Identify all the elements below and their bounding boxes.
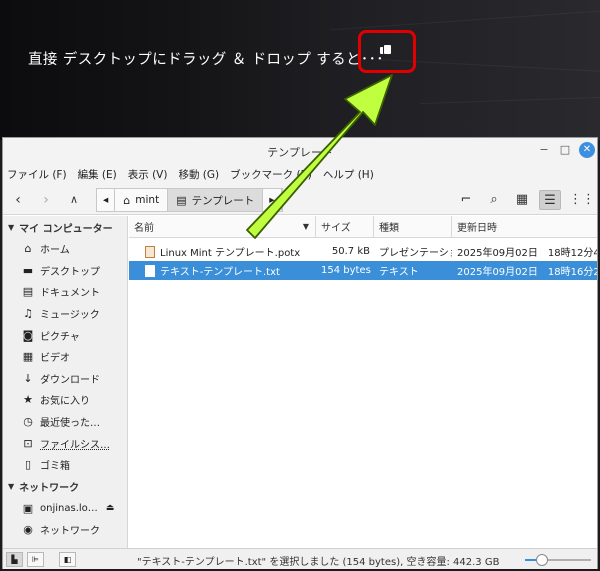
music-icon: ♫ [23, 307, 33, 321]
file-size: 154 bytes [321, 265, 371, 276]
download-icon: ↓ [23, 371, 33, 385]
desktop-icon: ▬ [22, 263, 34, 277]
zoom-slider-handle[interactable] [535, 554, 548, 566]
sidebar-item-documents[interactable]: ▤ ドキュメント [3, 281, 127, 303]
terminal-toggle-icon[interactable]: ⌐ [455, 190, 477, 210]
menu-edit[interactable]: 編集 (E) [78, 167, 117, 182]
drive-icon: ⊡ [23, 436, 33, 450]
breadcrumb-home-label: mint [135, 194, 160, 206]
compact-view-icon[interactable]: ⋮⋮ [569, 190, 595, 210]
presentation-file-icon [145, 245, 155, 258]
minimize-button[interactable]: − [536, 142, 552, 158]
document-icon: ▤ [22, 285, 34, 299]
dragged-file-icon [379, 44, 393, 57]
sidebar-item-desktop[interactable]: ▬ デスクトップ [3, 260, 127, 282]
file-type: テキスト [379, 267, 419, 278]
file-modified: 2025年09月02日 18時12分40秒 [457, 248, 597, 259]
sidebar-item-recent[interactable]: ◷ 最近使った… [3, 411, 127, 433]
tree-sidebar-toggle-icon[interactable]: ⊫ [27, 552, 44, 567]
menu-file[interactable]: ファイル (F) [7, 167, 67, 182]
breadcrumb: ◂ ⌂ mint ▤ テンプレート ▸ [96, 188, 283, 212]
window-title: テンプレート [267, 146, 333, 159]
column-header-modified[interactable]: 更新日時 [452, 216, 597, 237]
network-drive-icon: ▣ [22, 501, 34, 515]
column-header-size[interactable]: サイズ [316, 216, 374, 237]
menu-view[interactable]: 表示 (V) [128, 167, 168, 182]
sidebar-item-favorites[interactable]: ★ お気に入り [3, 389, 127, 411]
column-header-name[interactable]: 名前 ▼ [129, 216, 316, 237]
file-list: 名前 ▼ サイズ 種類 更新日時 Linux Mint テンプレート.potx … [129, 216, 597, 548]
breadcrumb-next-button[interactable]: ▸ [263, 189, 282, 211]
home-icon: ⌂ [24, 242, 32, 256]
sidebar-section-my-computer[interactable]: ▼ マイ コンピューター [3, 216, 127, 238]
sidebar: ▼ マイ コンピューター ⌂ ホーム ▬ デスクトップ ▤ ドキュメント ♫ ミュージッ… [3, 216, 128, 548]
menu-bar: ファイル (F) 編集 (E) 表示 (V) 移動 (G) ブックマーク (B)… [3, 163, 597, 185]
camera-icon: ◙ [22, 328, 34, 342]
annotation-caption: 直接 デスクトップにドラッグ ＆ ドロップ すると･･･ [28, 52, 384, 68]
places-sidebar-toggle-icon[interactable]: ▙ [6, 552, 23, 567]
sidebar-item-pictures[interactable]: ◙ ピクチャ [3, 324, 127, 346]
desktop-background: 直接 デスクトップにドラッグ ＆ ドロップ すると･･･ [0, 0, 600, 140]
text-file-icon [145, 264, 155, 277]
sort-descending-icon: ▼ [302, 222, 309, 231]
sidebar-item-filesystem[interactable]: ⊡ ファイルシス… [3, 432, 127, 454]
sidebar-item-home[interactable]: ⌂ ホーム [3, 238, 127, 260]
sidebar-item-downloads[interactable]: ↓ ダウンロード [3, 368, 127, 390]
file-manager-window: テンプレート − □ ✕ ファイル (F) 編集 (E) 表示 (V) 移動 (… [2, 137, 598, 569]
file-type: プレゼンテーション [379, 248, 452, 259]
search-icon[interactable]: ⌕ [483, 190, 505, 210]
collapse-arrow-icon: ▼ [8, 482, 15, 492]
home-icon: ⌂ [123, 193, 131, 207]
sidebar-item-music[interactable]: ♫ ミュージック [3, 303, 127, 325]
sidebar-section-network[interactable]: ▼ ネットワーク [3, 476, 127, 498]
breadcrumb-prev-button[interactable]: ◂ [97, 189, 116, 211]
sidebar-item-onjinas[interactable]: ▣ onjinas.lo… ⏏ [3, 498, 127, 520]
breadcrumb-templates[interactable]: ▤ テンプレート [168, 189, 264, 211]
eject-icon[interactable]: ⏏ [106, 503, 115, 513]
sidebar-item-network[interactable]: ◉ ネットワーク [3, 519, 127, 541]
file-row[interactable]: Linux Mint テンプレート.potx 50.7 kB プレゼンテーション… [129, 242, 597, 261]
close-button[interactable]: ✕ [579, 142, 595, 158]
file-size: 50.7 kB [331, 246, 370, 257]
file-modified: 2025年09月02日 18時16分24秒 [457, 267, 597, 278]
film-icon: ▦ [22, 350, 34, 364]
trash-icon: ▯ [24, 458, 32, 472]
status-bar: ▙ ⊫ ◧ "テキスト-テンプレート.txt" を選択しました (154 byt… [3, 548, 597, 569]
star-icon: ★ [23, 393, 33, 407]
menu-help[interactable]: ヘルプ (H) [323, 167, 374, 182]
menu-go[interactable]: 移動 (G) [178, 167, 219, 182]
up-button[interactable]: ∧ [63, 190, 85, 210]
file-name: Linux Mint テンプレート.potx [160, 248, 301, 259]
column-header-type[interactable]: 種類 [374, 216, 452, 237]
collapse-arrow-icon: ▼ [8, 222, 15, 232]
toolbar: ‹ › ∧ ◂ ⌂ mint ▤ テンプレート ▸ ⌐ ⌕ ▦ ☰ ⋮⋮ [3, 185, 597, 215]
file-row-selected[interactable]: テキスト-テンプレート.txt 154 bytes テキスト 2025年09月0… [129, 261, 597, 280]
menu-bookmarks[interactable]: ブックマーク (B) [230, 167, 312, 182]
sidebar-item-trash[interactable]: ▯ ゴミ箱 [3, 454, 127, 476]
document-icon: ▤ [176, 193, 187, 207]
sidebar-item-videos[interactable]: ▦ ビデオ [3, 346, 127, 368]
file-list-header: 名前 ▼ サイズ 種類 更新日時 [129, 216, 597, 238]
title-bar[interactable]: テンプレート − □ ✕ [3, 138, 597, 163]
breadcrumb-home[interactable]: ⌂ mint [115, 189, 169, 211]
breadcrumb-templates-label: テンプレート [191, 194, 255, 207]
file-name: テキスト-テンプレート.txt [160, 267, 280, 278]
maximize-button[interactable]: □ [557, 142, 573, 158]
network-icon: ◉ [23, 523, 33, 537]
status-text: "テキスト-テンプレート.txt" を選択しました (154 bytes), 空… [137, 557, 500, 568]
list-view-icon[interactable]: ☰ [539, 190, 561, 210]
icon-view-icon[interactable]: ▦ [511, 190, 533, 210]
forward-button[interactable]: › [35, 190, 57, 210]
back-button[interactable]: ‹ [7, 190, 29, 210]
zoom-slider[interactable] [525, 554, 591, 566]
hide-sidebar-icon[interactable]: ◧ [59, 552, 76, 567]
clock-icon: ◷ [23, 415, 33, 429]
